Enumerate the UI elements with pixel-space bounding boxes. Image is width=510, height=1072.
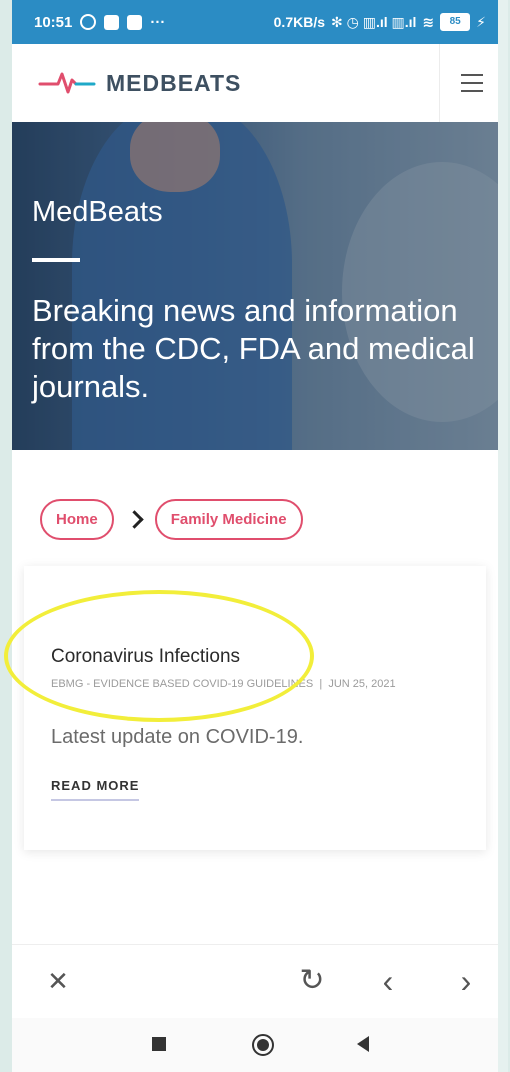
hero-title: MedBeats <box>32 196 163 228</box>
hero-banner: MedBeats Breaking news and information f… <box>12 122 498 450</box>
reload-icon[interactable]: ↻ <box>294 963 330 999</box>
highlight-annotation <box>4 590 314 722</box>
browser-toolbar: ✕ ↻ ‹ › <box>12 944 498 1019</box>
status-left: 10:51 ··· <box>12 14 165 31</box>
read-more-link[interactable]: READ MORE <box>51 778 140 801</box>
site-header: MEDBEATS <box>12 44 498 122</box>
whatsapp-icon <box>80 14 97 30</box>
hero-subtitle: Breaking news and information from the C… <box>32 293 475 404</box>
web-page: MEDBEATS MedBeats Breaking news and info… <box>12 44 498 972</box>
hero-divider <box>32 258 80 262</box>
status-bar: 10:51 ··· 0.7KB/s ✻ ◷ ▥.ıl ▥.ıl ≋ 85 ⚡ <box>12 0 498 44</box>
site-logo[interactable]: MEDBEATS <box>38 70 241 97</box>
wifi-icon: ≋ <box>422 13 435 30</box>
breadcrumb-family-medicine[interactable]: Family Medicine <box>154 499 303 540</box>
app-c-icon <box>127 14 143 30</box>
system-nav-bar <box>12 1018 498 1072</box>
close-icon[interactable]: ✕ <box>40 963 76 999</box>
meta-separator: | <box>319 678 323 690</box>
left-background-strip <box>0 0 12 1072</box>
notification-icon <box>104 14 120 30</box>
header-divider <box>439 44 440 122</box>
breadcrumb-home[interactable]: Home <box>40 499 114 540</box>
network-speed: 0.7KB/s <box>273 14 325 30</box>
breadcrumb: Home Family Medicine <box>40 499 303 540</box>
home-icon[interactable] <box>252 1034 274 1056</box>
battery-icon: 85 <box>440 13 471 31</box>
article-date: JUN 25, 2021 <box>328 678 396 690</box>
logo-heartbeat-icon <box>38 72 96 94</box>
system-back-icon[interactable] <box>357 1036 369 1052</box>
charging-icon: ⚡ <box>476 13 486 30</box>
recent-apps-icon[interactable] <box>152 1037 166 1051</box>
hamburger-menu-icon[interactable] <box>455 66 489 100</box>
brand-name: MEDBEATS <box>106 69 242 96</box>
status-time: 10:51 <box>34 13 73 31</box>
article-excerpt: Latest update on COVID-19. <box>51 726 304 748</box>
forward-icon[interactable]: › <box>448 963 484 999</box>
signal-icon: ✻ ◷ ▥.ıl ▥.ıl <box>331 13 417 30</box>
back-icon[interactable]: ‹ <box>370 963 406 999</box>
status-right: 0.7KB/s ✻ ◷ ▥.ıl ▥.ıl ≋ 85 ⚡ <box>274 13 498 31</box>
more-notifications-icon: ··· <box>150 13 166 31</box>
chevron-right-icon <box>124 510 144 529</box>
